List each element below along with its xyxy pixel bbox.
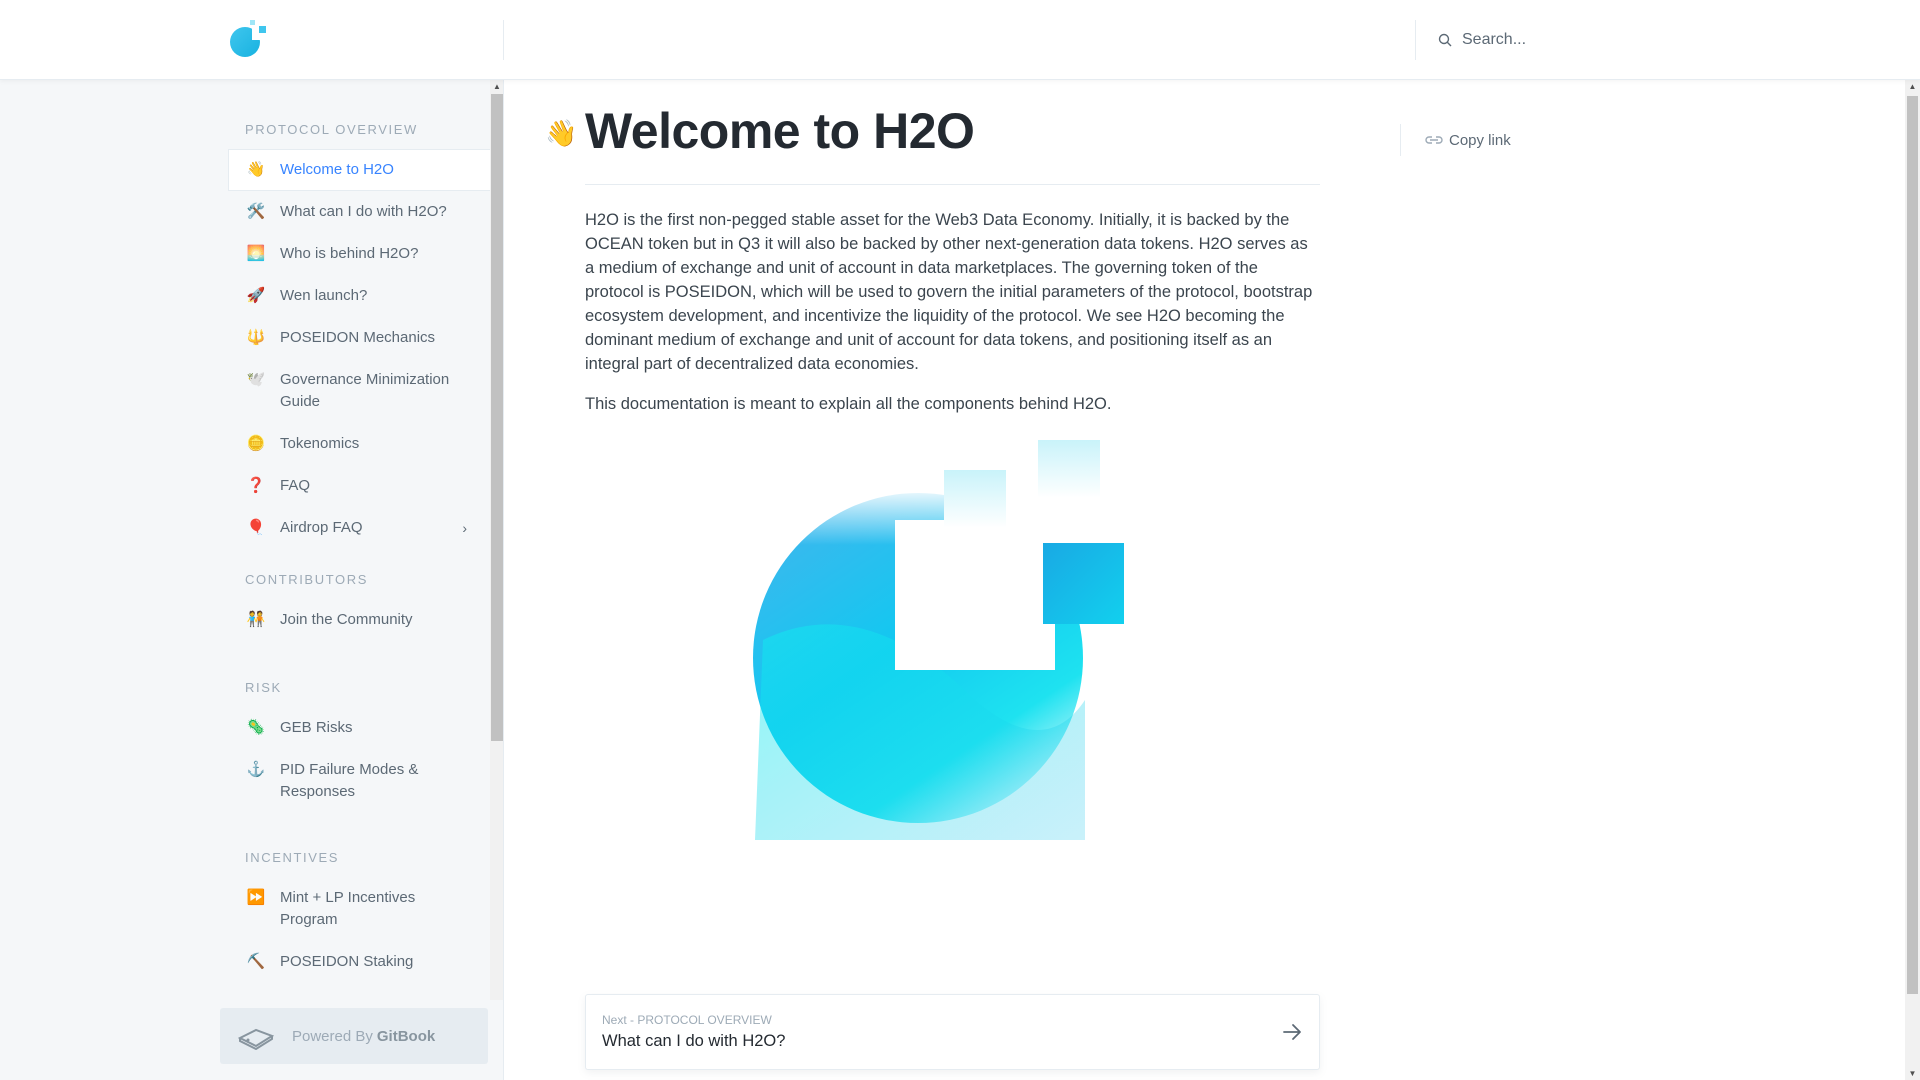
page-scrollbar[interactable]: ▲ ▼ <box>1905 80 1920 1080</box>
sidebar-item-label: Tokenomics <box>280 435 360 452</box>
h2o-hero-image <box>753 440 1124 840</box>
sidebar-item-label: Wen launch? <box>280 287 368 304</box>
sidebar-item-emoji-icon: ⚓ <box>246 761 266 778</box>
h2o-logo[interactable] <box>228 20 270 60</box>
sidebar-item-emoji-icon: ⛏️ <box>246 953 266 970</box>
sidebar-item-label: POSEIDON Staking <box>280 953 414 970</box>
sidebar-section-title: PROTOCOL OVERVIEW <box>245 122 418 137</box>
sidebar-item-label: Governance Minimization Guide <box>280 371 450 410</box>
sidebar-item-emoji-icon: 🌅 <box>246 245 266 262</box>
title-divider <box>585 184 1320 185</box>
sidebar-item-label: What can I do with H2O? <box>280 203 447 220</box>
search-input[interactable] <box>1462 31 1702 49</box>
sidebar-item-label: FAQ <box>280 477 311 494</box>
page-title: Welcome to H2O <box>585 103 975 159</box>
copy-link-button[interactable]: Copy link <box>1400 124 1511 156</box>
chevron-right-icon[interactable]: › <box>462 517 467 539</box>
sidebar-section-title: INCENTIVES <box>245 850 340 865</box>
header-divider <box>503 20 504 60</box>
sidebar-item-airdrop-faq[interactable]: 🎈 Airdrop FAQ › <box>228 507 490 549</box>
sidebar: PROTOCOL OVERVIEW 👋 Welcome to H2O 🛠️ What c… <box>0 80 504 1080</box>
top-header <box>0 0 1920 80</box>
sidebar-list: 🧑‍🤝‍🧑 Join the Community <box>228 599 490 641</box>
sidebar-item-emoji-icon: 🦠 <box>246 719 266 736</box>
sidebar-item-label: Who is behind H2O? <box>280 245 419 262</box>
sidebar-item-label: PID Failure Modes & Responses <box>280 761 419 800</box>
sidebar-item-emoji-icon: 🕊️ <box>246 371 266 388</box>
sidebar-item-join-the-community[interactable]: 🧑‍🤝‍🧑 Join the Community <box>228 599 490 641</box>
scroll-down-arrow-icon[interactable]: ▼ <box>1905 1069 1920 1078</box>
scroll-up-arrow-icon[interactable]: ▲ <box>491 82 503 92</box>
sidebar-item-tokenomics[interactable]: 🪙 Tokenomics <box>228 423 490 465</box>
sidebar-item-label: Mint + LP Incentives Program <box>280 889 416 928</box>
sidebar-item-emoji-icon: 🎈 <box>246 519 266 536</box>
sidebar-item-mint-lp-incentives-program[interactable]: ⏩ Mint + LP Incentives Program <box>228 877 490 941</box>
sidebar-item-emoji-icon: ⏩ <box>246 889 266 906</box>
body-paragraph: This documentation is meant to explain a… <box>585 395 1112 413</box>
search-box[interactable] <box>1438 26 1738 54</box>
body-paragraph: H2O is the first non-pegged stable asset… <box>585 211 1313 373</box>
copy-link-label: Copy link <box>1449 131 1511 149</box>
sidebar-list: 🦠 GEB Risks ⚓ PID Failure Modes & Responses <box>228 707 490 813</box>
title-row: 👋 Welcome to H2O <box>545 102 975 160</box>
sidebar-item-welcome-to-h2o[interactable]: 👋 Welcome to H2O <box>228 149 490 191</box>
gitbook-icon <box>238 1028 274 1050</box>
sidebar-scroll-thumb[interactable] <box>491 94 503 741</box>
sidebar-item-wen-launch[interactable]: 🚀 Wen launch? <box>228 275 490 317</box>
sidebar-section: CONTRIBUTORS 🧑‍🤝‍🧑 Join the Community <box>228 570 490 641</box>
page-body: H2O is the first non-pegged stable asset… <box>585 208 1320 432</box>
waving-hand-icon: 👋 <box>545 117 578 148</box>
next-page-caption: Next - PROTOCOL OVERVIEW <box>602 1013 772 1027</box>
sidebar-item-emoji-icon: 🪙 <box>246 435 266 452</box>
next-page-title: What can I do with H2O? <box>602 1032 786 1050</box>
sidebar-item-label: POSEIDON Mechanics <box>280 329 436 346</box>
powered-by-gitbook[interactable]: Powered By GitBook <box>220 1008 488 1064</box>
sidebar-item-what-can-i-do-with-h2o[interactable]: 🛠️ What can I do with H2O? <box>228 191 490 233</box>
powered-brand: GitBook <box>376 1027 436 1045</box>
sidebar-item-emoji-icon: 👋 <box>246 161 266 178</box>
next-page-card[interactable]: Next - PROTOCOL OVERVIEW What can I do w… <box>585 994 1320 1070</box>
sidebar-item-emoji-icon: 🧑‍🤝‍🧑 <box>246 611 266 628</box>
sidebar-item-label: Airdrop FAQ <box>280 519 363 536</box>
sidebar-item-poseidon-mechanics[interactable]: 🔱 POSEIDON Mechanics <box>228 317 490 359</box>
sidebar-section: INCENTIVES ⏩ Mint + LP Incentives Program ⛏… <box>228 848 490 983</box>
sidebar-item-governance-minimization-guide[interactable]: 🕊️ Governance Minimization Guide <box>228 359 490 423</box>
sidebar-item-emoji-icon: 🔱 <box>246 329 266 346</box>
sidebar-list: ⏩ Mint + LP Incentives Program ⛏️ POSEIDON … <box>228 877 490 983</box>
sidebar-item-geb-risks[interactable]: 🦠 GEB Risks <box>228 707 490 749</box>
sidebar-item-pid-failure-modes-responses[interactable]: ⚓ PID Failure Modes & Responses <box>228 749 490 813</box>
sidebar-item-label: Welcome to H2O <box>280 161 394 178</box>
sidebar-item-faq[interactable]: ❓ FAQ <box>228 465 490 507</box>
sidebar-item-emoji-icon: 🛠️ <box>246 203 266 220</box>
sidebar-section: PROTOCOL OVERVIEW 👋 Welcome to H2O 🛠️ What c… <box>228 120 490 549</box>
header-divider <box>1415 20 1416 60</box>
main-content: 👋 Welcome to H2O H2O is the first non-pe… <box>505 80 1905 1080</box>
arrow-right-icon <box>1283 1024 1301 1040</box>
sidebar-item-emoji-icon: 🚀 <box>246 287 266 304</box>
scroll-up-arrow-icon[interactable]: ▲ <box>1905 82 1920 91</box>
sidebar-item-who-is-behind-h2o[interactable]: 🌅 Who is behind H2O? <box>228 233 490 275</box>
sidebar-section-title: RISK <box>245 680 282 695</box>
sidebar-item-label: Join the Community <box>280 611 413 628</box>
sidebar-item-emoji-icon: ❓ <box>246 477 266 494</box>
sidebar-section-title: CONTRIBUTORS <box>245 572 368 587</box>
sidebar-item-poseidon-staking[interactable]: ⛏️ POSEIDON Staking <box>228 941 490 983</box>
sidebar-section: RISK 🦠 GEB Risks ⚓ PID Failure Modes & Respo… <box>228 678 490 813</box>
sidebar-item-label: GEB Risks <box>280 719 353 736</box>
sidebar-list: 👋 Welcome to H2O 🛠️ What can I do with H2O?… <box>228 149 490 549</box>
link-icon <box>1425 136 1443 144</box>
powered-prefix: Powered By <box>292 1027 373 1045</box>
search-icon <box>1438 33 1452 47</box>
page-scroll-thumb[interactable] <box>1907 96 1918 994</box>
